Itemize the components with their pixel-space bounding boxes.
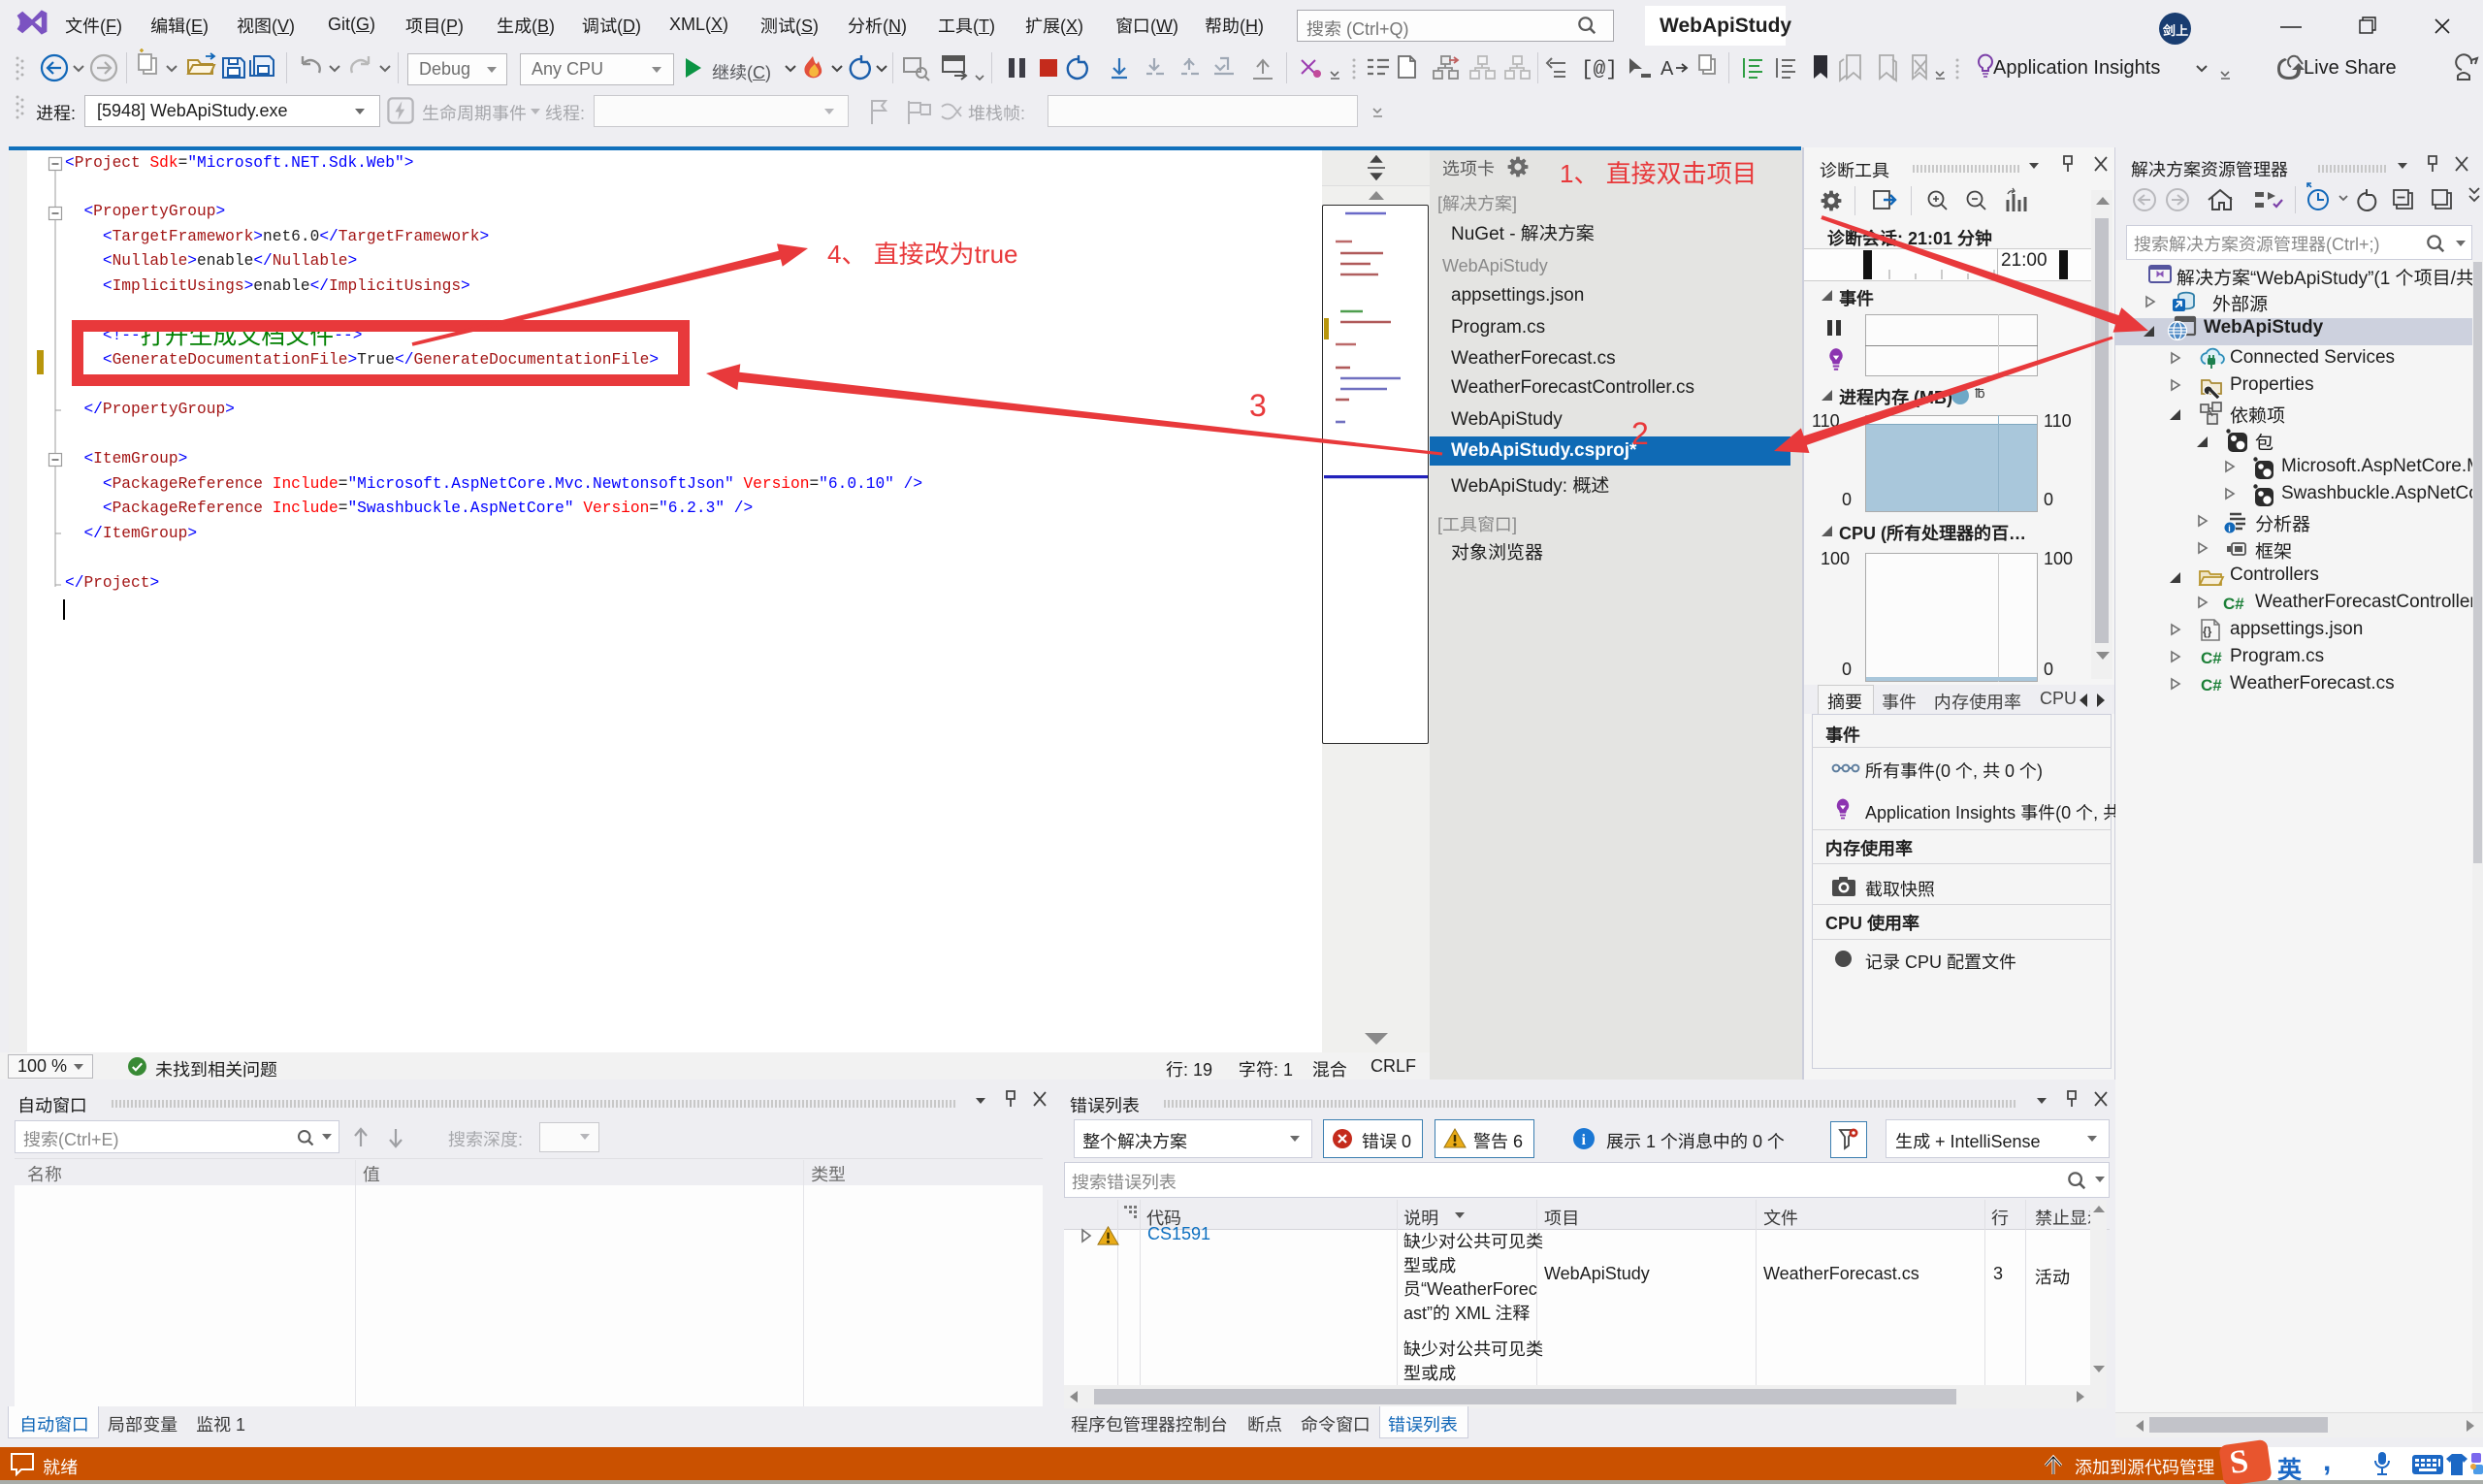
svg-text:i: i: [2228, 524, 2231, 533]
svg-text:C#: C#: [2223, 595, 2244, 613]
svg-text:i: i: [1582, 1132, 1587, 1148]
svg-text:C#: C#: [2201, 649, 2222, 667]
svg-text:A: A: [1661, 58, 1674, 80]
svg-text:{}: {}: [2203, 625, 2212, 638]
svg-text:C#: C#: [2201, 676, 2222, 694]
svg-text:[@]: [@]: [1581, 59, 1618, 81]
